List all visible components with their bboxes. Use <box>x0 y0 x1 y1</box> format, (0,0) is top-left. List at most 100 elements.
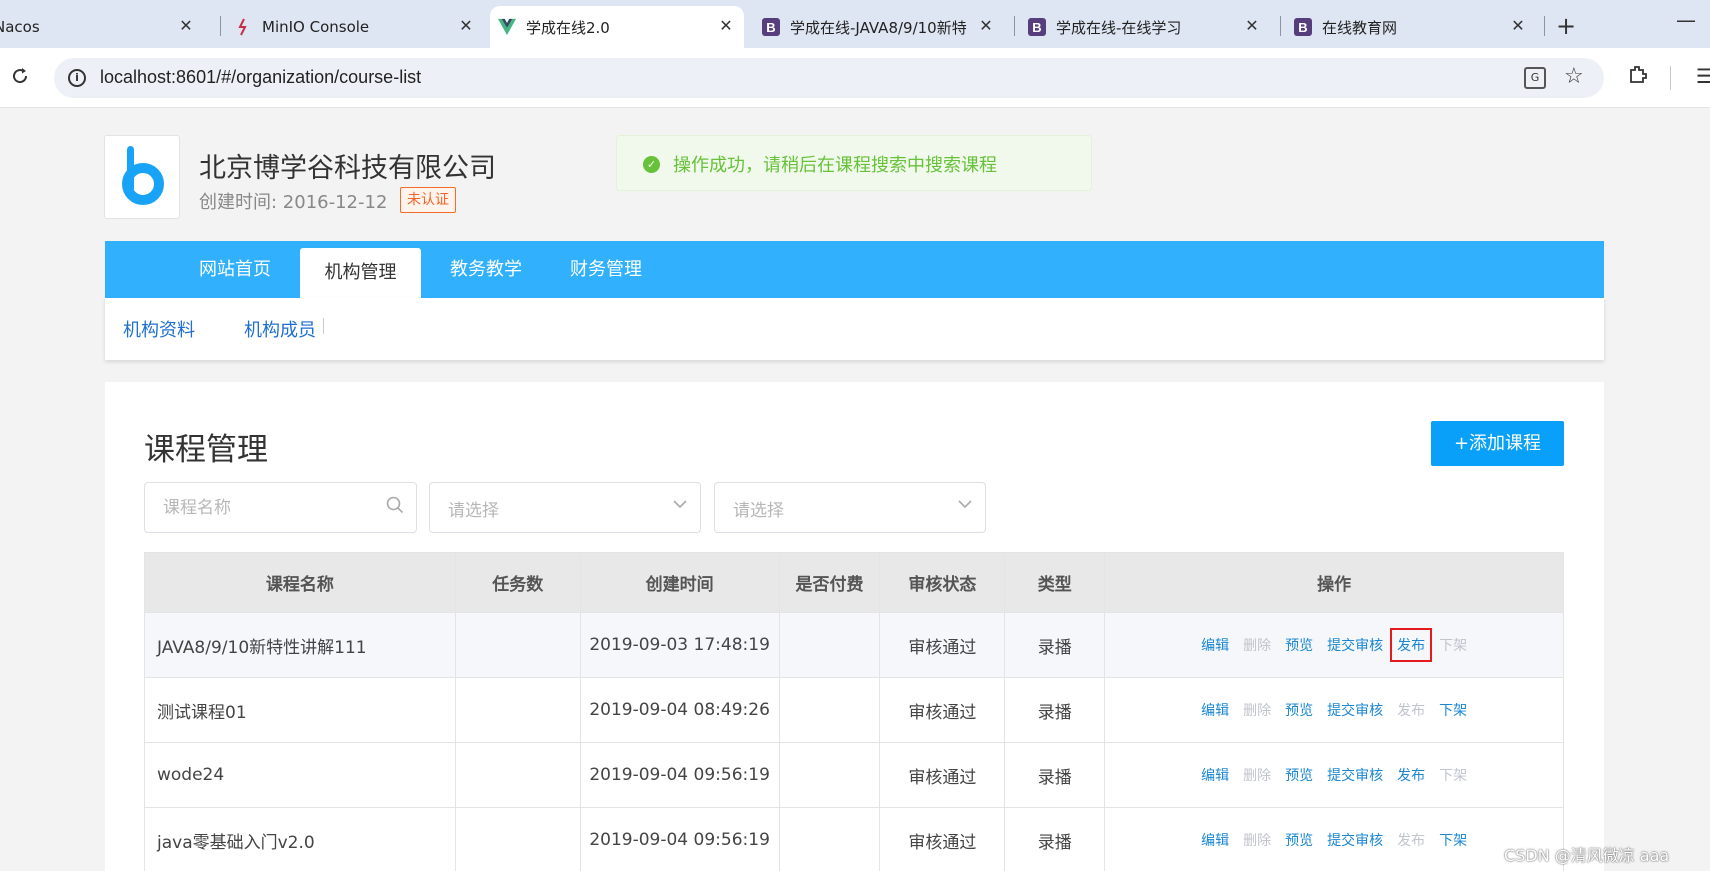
unpublish-link[interactable]: 下架 <box>1439 765 1467 785</box>
close-icon[interactable]: ✕ <box>716 16 736 35</box>
new-tab-button[interactable]: + <box>1556 12 1576 40</box>
info-icon[interactable]: i <box>68 69 86 87</box>
column-header: 操作 <box>1104 552 1564 613</box>
paid-cell <box>778 677 881 743</box>
delete-link[interactable]: 删除 <box>1243 700 1271 720</box>
created-time-cell: 2019-09-03 17:48:19 <box>579 612 780 678</box>
course-type-cell: 录播 <box>1004 612 1106 678</box>
page-title: 课程管理 <box>144 432 268 468</box>
unpublish-link[interactable]: 下架 <box>1439 700 1467 720</box>
submit-review-link[interactable]: 提交审核 <box>1327 700 1383 720</box>
row-actions: 编辑 删除 预览 提交审核 发布 下架 <box>1105 765 1563 785</box>
course-management-panel: 课程管理 +添加课程 请选择 请选择 课程名称 任务数 创建时间 是否付费 审核… <box>105 382 1604 871</box>
task-count-cell <box>454 612 581 678</box>
bootstrap-icon: B <box>1028 18 1046 36</box>
minio-icon <box>234 18 252 36</box>
course-search-field <box>144 482 417 533</box>
bootstrap-icon: B <box>1294 18 1312 36</box>
sub-nav-org-members[interactable]: 机构成员 <box>244 316 316 342</box>
publish-link[interactable]: 发布 <box>1397 700 1425 720</box>
actions-cell: 编辑 删除 预览 提交审核 发布 下架 <box>1104 677 1564 743</box>
nav-item-teaching[interactable]: 教务教学 <box>431 241 541 298</box>
search-icon[interactable] <box>386 496 404 519</box>
sub-nav-divider <box>323 318 324 334</box>
bookmark-star-icon[interactable]: ☆ <box>1564 64 1584 89</box>
task-count-cell <box>454 677 581 743</box>
close-icon[interactable]: ✕ <box>456 16 476 35</box>
tab-separator <box>1014 16 1015 36</box>
close-icon[interactable]: ✕ <box>176 16 196 35</box>
search-input[interactable] <box>163 483 363 532</box>
course-table: 课程名称 任务数 创建时间 是否付费 审核状态 类型 操作 JAVA8/9/10… <box>144 552 1564 871</box>
task-count-cell <box>454 742 581 808</box>
org-logo <box>104 135 180 219</box>
table-header-row: 课程名称 任务数 创建时间 是否付费 审核状态 类型 操作 <box>144 552 1564 613</box>
actions-cell: 编辑 删除 预览 提交审核 发布 下架 <box>1104 612 1564 678</box>
tab-title: 学成在线2.0 <box>526 18 610 37</box>
delete-link[interactable]: 删除 <box>1243 635 1271 655</box>
extensions-icon[interactable] <box>1628 64 1648 89</box>
course-name-cell: wode24 <box>144 742 456 808</box>
close-icon[interactable]: ✕ <box>976 16 996 35</box>
task-count-cell <box>454 807 581 871</box>
close-icon[interactable]: ✕ <box>1508 16 1528 35</box>
org-created-date: 创建时间: 2016-12-12 <box>199 192 388 213</box>
tab-java-course[interactable]: B 学成在线-JAVA8/9/10新特 ✕ <box>762 6 1004 48</box>
edit-link[interactable]: 编辑 <box>1201 635 1229 655</box>
paid-cell <box>778 742 881 808</box>
publish-link[interactable]: 发布 <box>1390 628 1433 662</box>
url-text[interactable]: localhost:8601/#/organization/course-lis… <box>100 67 421 88</box>
sub-nav: 机构资料 机构成员 <box>105 298 1604 360</box>
add-course-button[interactable]: +添加课程 <box>1431 421 1564 466</box>
edit-link[interactable]: 编辑 <box>1201 765 1229 785</box>
preview-link[interactable]: 预览 <box>1285 700 1313 720</box>
select-placeholder: 请选择 <box>733 501 784 521</box>
minimize-button[interactable]: — <box>1676 8 1696 32</box>
toolbar-divider <box>1670 66 1671 90</box>
tab-xuecheng-online[interactable]: 学成在线2.0 ✕ <box>490 6 744 48</box>
omnibox[interactable]: i localhost:8601/#/organization/course-l… <box>54 58 1604 98</box>
org-name: 北京博学谷科技有限公司 <box>199 153 496 184</box>
preview-link[interactable]: 预览 <box>1285 830 1313 850</box>
actions-cell: 编辑 删除 预览 提交审核 发布 下架 <box>1104 742 1564 808</box>
submit-review-link[interactable]: 提交审核 <box>1327 765 1383 785</box>
main-nav: 网站首页 机构管理 教务教学 财务管理 <box>105 241 1604 298</box>
column-header: 类型 <box>1004 552 1106 613</box>
nav-item-finance[interactable]: 财务管理 <box>551 241 661 298</box>
publish-link[interactable]: 发布 <box>1397 830 1425 850</box>
sub-nav-org-profile[interactable]: 机构资料 <box>123 316 195 342</box>
tab-online-learning[interactable]: B 学成在线-在线学习 ✕ <box>1028 6 1270 48</box>
tab-minio-console[interactable]: MinIO Console ✕ <box>234 6 484 48</box>
tab-online-education[interactable]: B 在线教育网 ✕ <box>1294 6 1536 48</box>
translate-icon[interactable]: G <box>1524 67 1546 89</box>
nav-item-org-management[interactable]: 机构管理 <box>300 248 421 298</box>
tab-separator <box>220 16 221 36</box>
select-placeholder: 请选择 <box>448 501 499 521</box>
publish-link[interactable]: 发布 <box>1397 765 1425 785</box>
tab-nacos[interactable]: Nacos ✕ <box>0 6 204 48</box>
menu-icon[interactable]: ☰ <box>1696 64 1710 88</box>
close-icon[interactable]: ✕ <box>1242 16 1262 35</box>
preview-link[interactable]: 预览 <box>1285 765 1313 785</box>
filter-select-1[interactable]: 请选择 <box>429 482 701 533</box>
submit-review-link[interactable]: 提交审核 <box>1327 830 1383 850</box>
watermark: CSDN @清风微凉 aaa <box>1504 846 1670 865</box>
address-bar: i localhost:8601/#/organization/course-l… <box>0 48 1710 108</box>
delete-link[interactable]: 删除 <box>1243 765 1271 785</box>
course-name-cell: JAVA8/9/10新特性讲解111 <box>144 612 456 678</box>
unpublish-link[interactable]: 下架 <box>1439 830 1467 850</box>
unpublish-link[interactable]: 下架 <box>1439 635 1467 655</box>
edit-link[interactable]: 编辑 <box>1201 830 1229 850</box>
delete-link[interactable]: 删除 <box>1243 830 1271 850</box>
vue-icon <box>498 18 516 36</box>
reload-icon[interactable] <box>10 66 30 91</box>
nav-item-home[interactable]: 网站首页 <box>185 241 285 298</box>
filter-select-2[interactable]: 请选择 <box>714 482 986 533</box>
edit-link[interactable]: 编辑 <box>1201 700 1229 720</box>
status-badge: 未认证 <box>400 187 456 213</box>
preview-link[interactable]: 预览 <box>1285 635 1313 655</box>
submit-review-link[interactable]: 提交审核 <box>1327 635 1383 655</box>
created-time-cell: 2019-09-04 09:56:19 <box>579 807 780 871</box>
row-actions: 编辑 删除 预览 提交审核 发布 下架 <box>1105 628 1563 662</box>
column-header: 是否付费 <box>778 552 881 613</box>
